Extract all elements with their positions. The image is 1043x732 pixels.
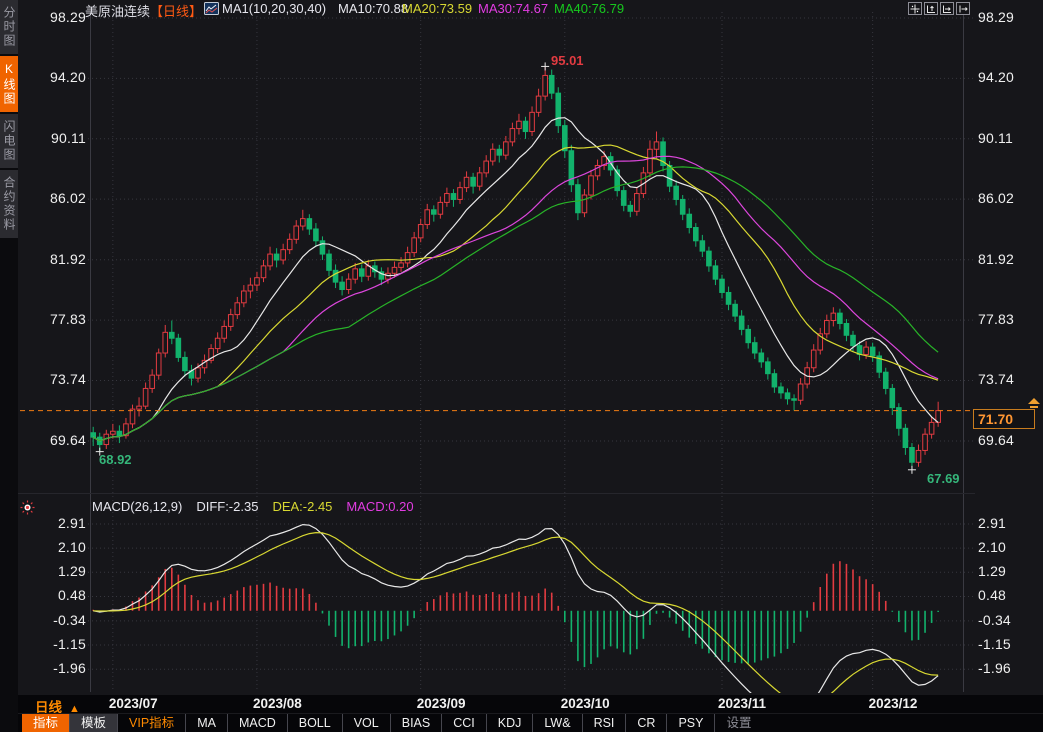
sidebar: 分时图 K线图闪电图合约资料: [0, 0, 18, 732]
crosshair-button[interactable]: [908, 2, 922, 15]
macd-axis-label: 0.48: [20, 587, 86, 603]
macd-macd-value: MACD:0.20: [346, 499, 413, 514]
macd-axis-label: 1.29: [978, 563, 1006, 579]
chart-legend: 美原油连续 【日线】 MA1(10,20,30,40) MA10:70.88MA…: [18, 1, 1043, 17]
tab-ma[interactable]: MA: [185, 714, 227, 732]
chart-region[interactable]: 美原油连续 【日线】 MA1(10,20,30,40) MA10:70.88MA…: [18, 0, 1043, 695]
price-axis-label: 98.29: [20, 9, 86, 25]
macd-axis-label: 2.91: [978, 515, 1006, 531]
scale-horizontal-button[interactable]: [940, 2, 954, 15]
price-axis-label: 90.11: [20, 130, 86, 146]
tab-boll[interactable]: BOLL: [287, 714, 342, 732]
date-label: 2023/10: [561, 696, 610, 711]
macd-axis-label: 2.10: [978, 539, 1006, 555]
tab-settings[interactable]: 设置: [714, 714, 762, 732]
end-low-label: 67.69: [927, 471, 960, 486]
macd-axis-label: -1.96: [978, 660, 1011, 676]
alert-icon[interactable]: [20, 500, 35, 515]
ma30-value: MA30:74.67: [478, 1, 548, 16]
macd-axis-label: -1.15: [978, 636, 1011, 652]
date-label: 2023/08: [253, 696, 302, 711]
macd-axis-label: 2.10: [20, 539, 86, 555]
macd-axis-label: 2.91: [20, 515, 86, 531]
price-axis-label: 86.02: [978, 190, 1014, 206]
date-label: 2023/09: [417, 696, 466, 711]
macd-axis-label: 0.48: [978, 587, 1006, 603]
price-axis-label: 81.92: [20, 251, 86, 267]
date-label: 2023/07: [109, 696, 158, 711]
macd-axis-label: -0.34: [20, 612, 86, 628]
tab-cr[interactable]: CR: [625, 714, 666, 732]
bottom-bar: 日线▲ 2023/072023/082023/092023/102023/112…: [18, 695, 1043, 732]
pan-right-button[interactable]: [956, 2, 970, 15]
tab-psy[interactable]: PSY: [666, 714, 714, 732]
sidebar-tab-kline-chart[interactable]: K线图: [0, 56, 18, 112]
price-axis-label: 98.29: [978, 9, 1014, 25]
tab-template[interactable]: 模板: [69, 714, 117, 732]
ma20-value: MA20:73.59: [402, 1, 472, 16]
date-label: 2023/12: [869, 696, 918, 711]
price-axis-label: 86.02: [20, 190, 86, 206]
start-low-label: 68.92: [99, 452, 132, 467]
ma40-value: MA40:76.79: [554, 1, 624, 16]
sidebar-tab-flash-chart[interactable]: 闪电图: [0, 114, 18, 168]
kline-legend-icon: [204, 2, 219, 15]
tab-bias[interactable]: BIAS: [390, 714, 442, 732]
scale-vertical-button[interactable]: [924, 2, 938, 15]
app-root: 美原油连续 【日线】 MA1(10,20,30,40) MA10:70.88MA…: [0, 0, 1043, 732]
macd-axis-label: -1.15: [20, 636, 86, 652]
price-axis-label: 94.20: [20, 69, 86, 85]
chart-toolbar: [908, 2, 970, 15]
tab-rsi[interactable]: RSI: [582, 714, 626, 732]
price-axis-label: 73.74: [20, 371, 86, 387]
chart-title: 美原油连续: [85, 1, 150, 20]
date-label: 2023/11: [718, 696, 766, 711]
price-axis-label: 77.83: [20, 311, 86, 327]
tab-indicator[interactable]: 指标: [22, 714, 69, 732]
tab-kdj[interactable]: KDJ: [486, 714, 533, 732]
indicator-tabs-row: 指标模板VIP指标MAMACDBOLLVOLBIASCCIKDJLW&RSICR…: [18, 713, 1043, 732]
sidebar-tab-contract-info[interactable]: 合约资料: [0, 170, 18, 238]
price-axis-label: 69.64: [978, 432, 1014, 448]
price-axis-label: 90.11: [978, 130, 1013, 146]
price-axis-label: 81.92: [978, 251, 1014, 267]
tab-cci[interactable]: CCI: [441, 714, 486, 732]
tab-vip-indicator[interactable]: VIP指标: [117, 714, 185, 732]
sidebar-tab-time-chart[interactable]: 分时图: [0, 0, 18, 54]
macd-diff-value: DIFF:-2.35: [196, 499, 258, 514]
macd-dea-value: DEA:-2.45: [272, 499, 332, 514]
macd-axis-label: -1.96: [20, 660, 86, 676]
tab-vol[interactable]: VOL: [342, 714, 390, 732]
ma-settings-label: MA1(10,20,30,40): [222, 1, 326, 16]
macd-params-label: MACD(26,12,9): [92, 499, 182, 514]
last-price-tag: 71.70: [973, 409, 1035, 429]
date-axis-row: 日线▲ 2023/072023/082023/092023/102023/112…: [18, 695, 1043, 713]
price-axis-label: 73.74: [978, 371, 1014, 387]
jump-to-latest-icon[interactable]: [1027, 398, 1041, 409]
tab-lw[interactable]: LW&: [532, 714, 581, 732]
high-price-label: 95.01: [551, 53, 584, 68]
price-axis-label: 94.20: [978, 69, 1014, 85]
price-axis-label: 69.64: [20, 432, 86, 448]
tab-macd[interactable]: MACD: [227, 714, 287, 732]
macd-header: MACD(26,12,9) DIFF:-2.35 DEA:-2.45 MACD:0.2…: [92, 499, 428, 514]
price-axis-label: 77.83: [978, 311, 1014, 327]
macd-axis-label: 1.29: [20, 563, 86, 579]
kline-chart-canvas[interactable]: [0, 0, 1043, 695]
macd-axis-label: -0.34: [978, 612, 1011, 628]
ma10-value: MA10:70.88: [338, 1, 408, 16]
period-tag: 【日线】: [150, 1, 202, 20]
